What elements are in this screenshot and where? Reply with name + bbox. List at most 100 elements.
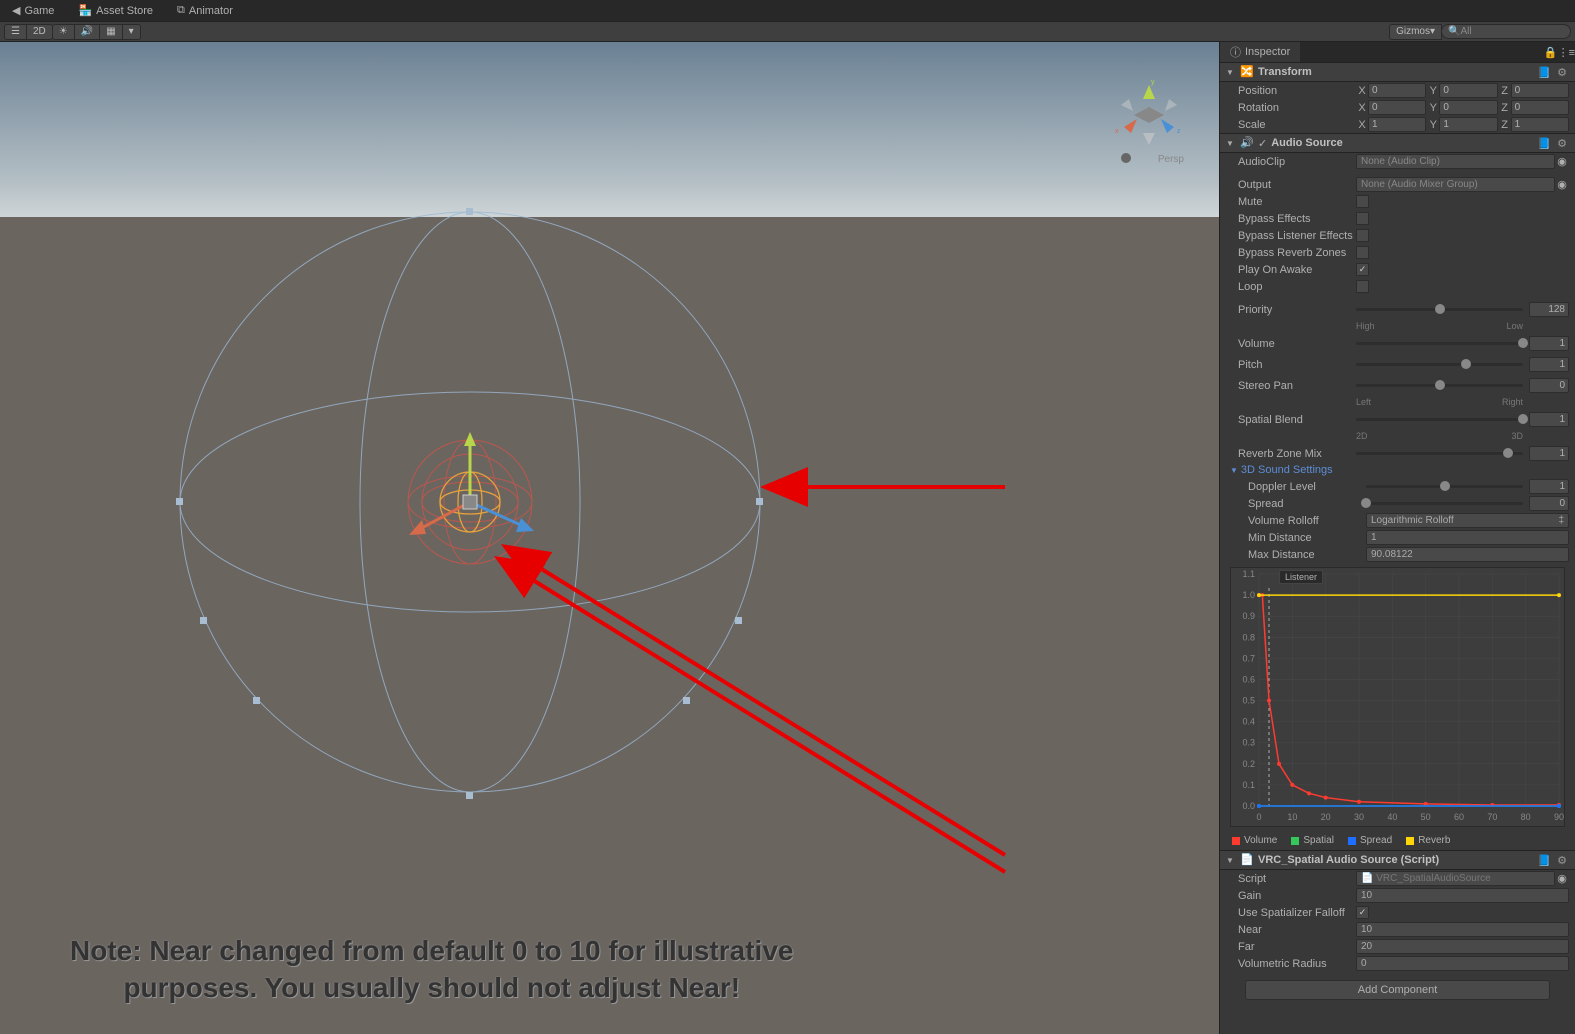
doppler-value[interactable]: 1 bbox=[1529, 479, 1569, 494]
audio-clip-field[interactable]: None (Audio Clip) bbox=[1356, 154, 1555, 169]
use-falloff-checkbox[interactable]: ✓ bbox=[1356, 906, 1369, 919]
scale-x-input[interactable]: 1 bbox=[1368, 117, 1426, 132]
transform-icon: 🔀 bbox=[1240, 65, 1254, 79]
svg-text:y: y bbox=[1151, 79, 1155, 86]
tab-game[interactable]: ◀Game bbox=[0, 1, 66, 20]
object-picker-icon[interactable]: ◉ bbox=[1555, 155, 1569, 168]
object-picker-icon[interactable]: ◉ bbox=[1555, 178, 1569, 191]
svg-text:80: 80 bbox=[1521, 812, 1531, 822]
stereo-pan-slider[interactable] bbox=[1356, 384, 1523, 387]
position-x-input[interactable]: 0 bbox=[1368, 83, 1426, 98]
loop-checkbox[interactable] bbox=[1356, 280, 1369, 293]
view-gizmo-lock[interactable] bbox=[1121, 153, 1131, 163]
view-gizmo[interactable]: y z x bbox=[1109, 77, 1189, 157]
audio-source-enabled-checkbox[interactable]: ✓ bbox=[1258, 137, 1267, 150]
play-on-awake-checkbox[interactable]: ✓ bbox=[1356, 263, 1369, 276]
volume-value[interactable]: 1 bbox=[1529, 336, 1569, 351]
rotation-y-input[interactable]: 0 bbox=[1439, 100, 1497, 115]
max-distance-input[interactable]: 90.08122 bbox=[1366, 547, 1569, 562]
lighting-toggle[interactable]: ☀ bbox=[52, 24, 75, 40]
spread-slider[interactable] bbox=[1366, 502, 1523, 505]
fx-toggle[interactable]: ▦ bbox=[99, 24, 122, 40]
listener-marker: Listener bbox=[1279, 570, 1323, 584]
projection-label[interactable]: Persp bbox=[1158, 154, 1184, 165]
scale-y-input[interactable]: 1 bbox=[1439, 117, 1497, 132]
top-tab-bar: ◀Game 🏪Asset Store ⧉Animator bbox=[0, 0, 1575, 22]
help-icon[interactable]: 📘 bbox=[1537, 137, 1551, 150]
reverb-mix-slider[interactable] bbox=[1356, 452, 1523, 455]
transform-header[interactable]: ▼ 🔀 Transform 📘 ⚙ bbox=[1220, 62, 1575, 82]
svg-text:0.7: 0.7 bbox=[1242, 653, 1255, 663]
3d-sound-settings-header[interactable]: 3D Sound Settings bbox=[1220, 462, 1575, 478]
priority-value[interactable]: 128 bbox=[1529, 302, 1569, 317]
bypass-listener-checkbox[interactable] bbox=[1356, 229, 1369, 242]
scene-search[interactable]: 🔍All bbox=[1441, 24, 1571, 39]
spatial-blend-slider[interactable] bbox=[1356, 418, 1523, 421]
far-input[interactable]: 20 bbox=[1356, 939, 1569, 954]
svg-text:0.1: 0.1 bbox=[1242, 780, 1255, 790]
pitch-value[interactable]: 1 bbox=[1529, 357, 1569, 372]
volume-rolloff-dropdown[interactable]: Logarithmic Rolloff‡ bbox=[1366, 513, 1569, 528]
priority-slider[interactable] bbox=[1356, 308, 1523, 311]
vrc-spatial-header[interactable]: ▼ 📄 VRC_Spatial Audio Source (Script) 📘 … bbox=[1220, 850, 1575, 870]
rotation-x-input[interactable]: 0 bbox=[1368, 100, 1426, 115]
near-input[interactable]: 10 bbox=[1356, 922, 1569, 937]
stereo-pan-value[interactable]: 0 bbox=[1529, 378, 1569, 393]
svg-text:60: 60 bbox=[1454, 812, 1464, 822]
svg-text:70: 70 bbox=[1487, 812, 1497, 822]
inspector-panel: ⓘInspector 🔒⋮≡ ▼ 🔀 Transform 📘 ⚙ Position… bbox=[1219, 42, 1575, 1034]
audio-toggle[interactable]: 🔊 bbox=[74, 24, 100, 40]
help-icon[interactable]: 📘 bbox=[1537, 854, 1551, 867]
search-icon: 🔍 bbox=[1448, 26, 1460, 37]
panel-menu-icon[interactable]: ⋮≡ bbox=[1558, 46, 1575, 59]
object-picker-icon[interactable]: ◉ bbox=[1555, 872, 1569, 885]
tab-inspector[interactable]: ⓘInspector bbox=[1220, 42, 1300, 62]
tab-animator[interactable]: ⧉Animator bbox=[165, 1, 245, 20]
info-icon: ⓘ bbox=[1230, 44, 1241, 60]
reverb-mix-value[interactable]: 1 bbox=[1529, 446, 1569, 461]
tab-asset-store[interactable]: 🏪Asset Store bbox=[66, 1, 165, 20]
audio-source-icon: 🔊 bbox=[1240, 136, 1254, 150]
position-z-input[interactable]: 0 bbox=[1511, 83, 1569, 98]
bypass-reverb-checkbox[interactable] bbox=[1356, 246, 1369, 259]
pitch-slider[interactable] bbox=[1356, 363, 1523, 366]
spatial-blend-value[interactable]: 1 bbox=[1529, 412, 1569, 427]
mode-2d-button[interactable]: 2D bbox=[26, 24, 53, 40]
svg-text:1.1: 1.1 bbox=[1242, 569, 1255, 579]
gear-icon[interactable]: ⚙ bbox=[1555, 66, 1569, 79]
add-component-button[interactable]: Add Component bbox=[1245, 980, 1550, 1000]
scene-view[interactable]: y z x Persp Note: Near changed from defa… bbox=[0, 42, 1219, 1034]
svg-text:30: 30 bbox=[1354, 812, 1364, 822]
svg-text:0.8: 0.8 bbox=[1242, 632, 1255, 642]
rotation-z-input[interactable]: 0 bbox=[1511, 100, 1569, 115]
scale-z-input[interactable]: 1 bbox=[1511, 117, 1569, 132]
min-distance-input[interactable]: 1 bbox=[1366, 530, 1569, 545]
rolloff-curve-graph[interactable]: Listener 01020304050607080900.00.10.20.3… bbox=[1230, 567, 1565, 827]
gain-input[interactable]: 10 bbox=[1356, 888, 1569, 903]
position-y-input[interactable]: 0 bbox=[1439, 83, 1497, 98]
lock-icon[interactable]: 🔒 bbox=[1544, 46, 1558, 59]
camera-toggle[interactable]: ▾ bbox=[122, 24, 141, 40]
volume-slider[interactable] bbox=[1356, 342, 1523, 345]
shading-mode-button[interactable]: ☰ bbox=[4, 24, 27, 40]
script-field: 📄 VRC_SpatialAudioSource bbox=[1356, 871, 1555, 886]
svg-text:0.3: 0.3 bbox=[1242, 738, 1255, 748]
position-row: Position X0 Y0 Z0 bbox=[1220, 82, 1575, 99]
doppler-slider[interactable] bbox=[1366, 485, 1523, 488]
output-field[interactable]: None (Audio Mixer Group) bbox=[1356, 177, 1555, 192]
spread-value[interactable]: 0 bbox=[1529, 496, 1569, 511]
gear-icon[interactable]: ⚙ bbox=[1555, 137, 1569, 150]
svg-text:20: 20 bbox=[1321, 812, 1331, 822]
svg-text:1.0: 1.0 bbox=[1242, 590, 1255, 600]
gear-icon[interactable]: ⚙ bbox=[1555, 854, 1569, 867]
asset-store-icon: 🏪 bbox=[78, 4, 92, 17]
svg-text:90: 90 bbox=[1554, 812, 1564, 822]
volumetric-radius-input[interactable]: 0 bbox=[1356, 956, 1569, 971]
gizmos-button[interactable]: Gizmos ▾ bbox=[1389, 24, 1442, 40]
help-icon[interactable]: 📘 bbox=[1537, 66, 1551, 79]
bypass-effects-checkbox[interactable] bbox=[1356, 212, 1369, 225]
svg-text:x: x bbox=[1115, 128, 1119, 135]
mute-checkbox[interactable] bbox=[1356, 195, 1369, 208]
rotation-row: Rotation X0 Y0 Z0 bbox=[1220, 99, 1575, 116]
audio-source-header[interactable]: ▼ 🔊 ✓ Audio Source 📘 ⚙ bbox=[1220, 133, 1575, 153]
